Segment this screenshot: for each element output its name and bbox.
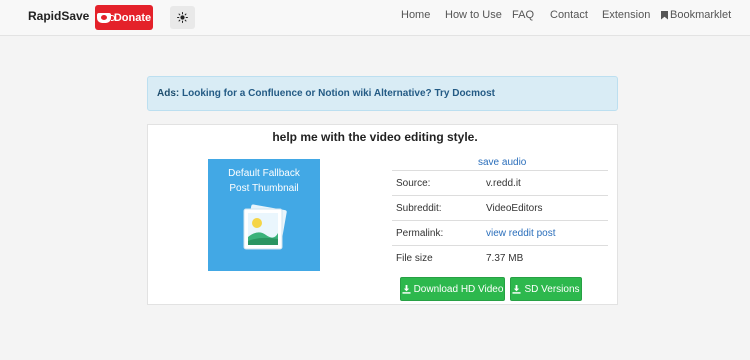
nav-contact[interactable]: Contact <box>550 9 588 21</box>
ads-label: Ads: <box>157 88 180 99</box>
sd-versions-label: SD Versions <box>524 283 580 295</box>
nav-home[interactable]: Home <box>401 9 430 21</box>
nav-extension[interactable]: Extension <box>602 9 650 21</box>
subreddit-value: VideoEditors <box>486 203 543 214</box>
detail-row-filesize: File size 7.37 MB <box>392 245 608 270</box>
download-hd-button[interactable]: Download HD Video <box>400 277 505 301</box>
filesize-value: 7.37 MB <box>486 253 524 264</box>
top-navbar: RapidSave Donate Home How to Use FAQ Con… <box>0 0 750 36</box>
bookmark-icon <box>661 10 668 20</box>
detail-row-source: Source: v.redd.it <box>392 170 608 195</box>
nav-bookmarklet[interactable]: Bookmarklet <box>661 9 731 21</box>
thumbnail-caption: Default Fallback Post Thumbnail <box>228 168 300 194</box>
save-audio-link[interactable]: save audio <box>478 157 526 168</box>
download-icon <box>512 284 522 294</box>
ads-banner: Ads: Looking for a Confluence or Notion … <box>147 76 618 111</box>
filesize-label: File size <box>396 253 433 264</box>
nav-faq[interactable]: FAQ <box>512 9 534 21</box>
download-hd-label: Download HD Video <box>413 283 504 295</box>
subreddit-label: Subreddit: <box>396 203 442 214</box>
nav-bookmarklet-label: Bookmarklet <box>670 9 732 21</box>
detail-row-permalink: Permalink: view reddit post <box>392 220 608 245</box>
image-placeholder-icon <box>243 204 287 250</box>
nav-links: Home How to Use FAQ Contact Extension Bo… <box>0 9 750 25</box>
permalink-label: Permalink: <box>396 228 444 239</box>
source-value: v.redd.it <box>486 178 521 189</box>
post-thumbnail: Default Fallback Post Thumbnail <box>208 159 320 271</box>
ads-link[interactable]: Looking for a Confluence or Notion wiki … <box>182 88 495 99</box>
source-label: Source: <box>396 178 431 189</box>
permalink-link[interactable]: view reddit post <box>486 228 555 239</box>
post-details-table: Source: v.redd.it Subreddit: VideoEditor… <box>392 170 608 270</box>
nav-how-to-use[interactable]: How to Use <box>445 9 502 21</box>
post-title: help me with the video editing style. <box>272 130 478 144</box>
sd-versions-button[interactable]: SD Versions <box>510 277 582 301</box>
detail-row-subreddit: Subreddit: VideoEditors <box>392 195 608 220</box>
download-icon <box>402 284 411 294</box>
